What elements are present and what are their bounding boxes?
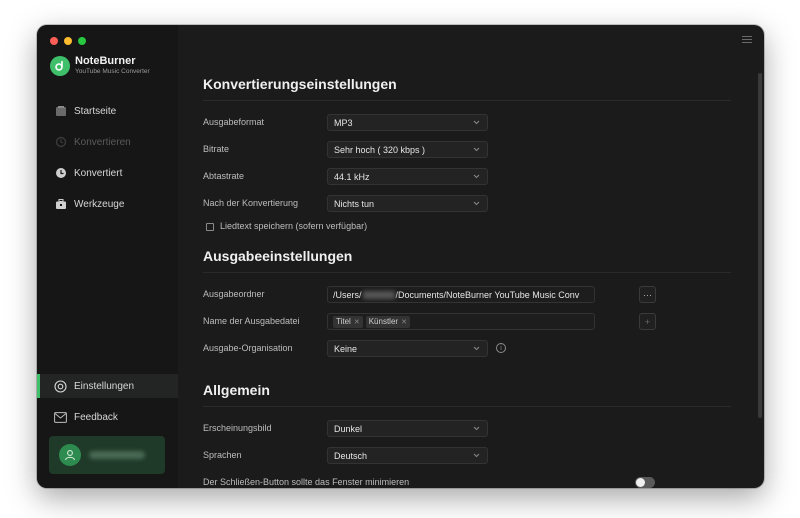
language-label: Sprachen xyxy=(203,450,242,460)
bitrate-select[interactable]: Sehr hoch ( 320 kbps ) xyxy=(327,141,488,158)
close-window-button[interactable] xyxy=(50,37,58,45)
redacted-username xyxy=(362,290,395,299)
output-organization-value: Keine xyxy=(334,343,358,354)
bitrate-value: Sehr hoch ( 320 kbps ) xyxy=(334,144,426,155)
output-organization-select[interactable]: Keine xyxy=(327,340,488,357)
scrollbar[interactable] xyxy=(758,73,762,418)
divider xyxy=(203,406,731,407)
appearance-value: Dunkel xyxy=(334,423,363,434)
toolbox-icon xyxy=(54,198,67,211)
bitrate-label: Bitrate xyxy=(203,144,230,154)
output-organization-label: Ausgabe-Organisation xyxy=(203,343,293,353)
sidebar-item-feedback[interactable]: Feedback xyxy=(37,405,178,429)
divider xyxy=(203,272,731,273)
avatar xyxy=(59,444,81,466)
appearance-select[interactable]: Dunkel xyxy=(327,420,488,437)
lyrics-checkbox-label: Liedtext speichern (sofern verfügbar) xyxy=(220,221,368,231)
info-icon[interactable]: i xyxy=(496,343,506,353)
convert-icon xyxy=(54,136,67,149)
sidebar-item-label: Feedback xyxy=(74,411,118,423)
remove-tag-icon[interactable]: ✕ xyxy=(401,318,407,326)
filename-tag-title[interactable]: Titel ✕ xyxy=(333,315,363,328)
language-select[interactable]: Deutsch xyxy=(327,447,488,464)
browse-folder-button[interactable]: ··· xyxy=(639,286,656,303)
clock-icon xyxy=(54,167,67,180)
sidebar: NoteBurner YouTube Music Converter Start… xyxy=(37,25,178,488)
divider xyxy=(203,100,731,101)
chevron-down-icon xyxy=(473,120,480,125)
appearance-label: Erscheinungsbild xyxy=(203,423,272,433)
after-conversion-value: Nichts tun xyxy=(334,198,375,209)
user-name-redacted xyxy=(89,451,145,459)
output-filename-input[interactable]: Titel ✕ Künstler ✕ xyxy=(327,313,595,330)
section-title-general: Allgemein xyxy=(203,382,270,398)
sidebar-item-converted[interactable]: Konvertiert xyxy=(37,161,178,185)
noteburner-logo-icon xyxy=(50,55,70,76)
remove-tag-icon[interactable]: ✕ xyxy=(354,318,360,326)
sidebar-item-label: Konvertiert xyxy=(74,167,123,179)
output-folder-input[interactable]: /Users//Documents/NoteBurner YouTube Mus… xyxy=(327,286,595,303)
sidebar-item-tools[interactable]: Werkzeuge xyxy=(37,192,178,216)
after-conversion-label: Nach der Konvertierung xyxy=(203,198,299,208)
sidebar-item-label: Einstellungen xyxy=(74,380,135,392)
format-select[interactable]: MP3 xyxy=(327,114,488,131)
section-title-output: Ausgabeeinstellungen xyxy=(203,248,353,264)
chevron-down-icon xyxy=(473,346,480,351)
sidebar-item-settings[interactable]: Einstellungen xyxy=(37,374,178,398)
home-icon xyxy=(54,105,67,118)
app-window: NoteBurner YouTube Music Converter Start… xyxy=(37,25,764,488)
app-name: NoteBurner xyxy=(75,55,136,67)
sidebar-item-label: Startseite xyxy=(74,105,117,117)
chevron-down-icon xyxy=(473,147,480,152)
user-account-card[interactable] xyxy=(49,436,165,474)
brand: NoteBurner YouTube Music Converter xyxy=(50,55,150,76)
mail-icon xyxy=(54,411,67,424)
section-title-conversion: Konvertierungseinstellungen xyxy=(203,76,397,92)
sidebar-item-label: Konvertieren xyxy=(74,136,131,148)
samplerate-label: Abtastrate xyxy=(203,171,245,181)
output-folder-label: Ausgabeordner xyxy=(203,289,265,299)
minimize-on-close-label: Der Schließen-Button sollte das Fenster … xyxy=(203,477,410,487)
format-label: Ausgabeformat xyxy=(203,117,265,127)
app-subtitle: YouTube Music Converter xyxy=(75,68,150,75)
output-filename-label: Name der Ausgabedatei xyxy=(203,316,300,326)
filename-tag-artist[interactable]: Künstler ✕ xyxy=(365,315,410,328)
gear-icon xyxy=(54,379,67,393)
after-conversion-select[interactable]: Nichts tun xyxy=(327,195,488,212)
language-value: Deutsch xyxy=(334,450,368,461)
chevron-down-icon xyxy=(473,453,480,458)
sidebar-item-home[interactable]: Startseite xyxy=(37,99,178,123)
minimize-window-button[interactable] xyxy=(64,37,72,45)
menu-icon[interactable] xyxy=(742,36,752,45)
format-value: MP3 xyxy=(334,117,353,128)
chevron-down-icon xyxy=(473,174,480,179)
chevron-down-icon xyxy=(473,426,480,431)
settings-panel: Konvertierungseinstellungen Ausgabeforma… xyxy=(178,25,764,488)
add-tag-button[interactable]: + xyxy=(639,313,656,330)
minimize-on-close-toggle[interactable] xyxy=(635,477,655,488)
samplerate-select[interactable]: 44.1 kHz xyxy=(327,168,488,185)
sidebar-item-label: Werkzeuge xyxy=(74,198,125,210)
sidebar-item-convert[interactable]: Konvertieren xyxy=(37,130,178,154)
lyrics-checkbox[interactable] xyxy=(206,223,214,231)
zoom-window-button[interactable] xyxy=(78,37,86,45)
chevron-down-icon xyxy=(473,201,480,206)
samplerate-value: 44.1 kHz xyxy=(334,171,370,182)
